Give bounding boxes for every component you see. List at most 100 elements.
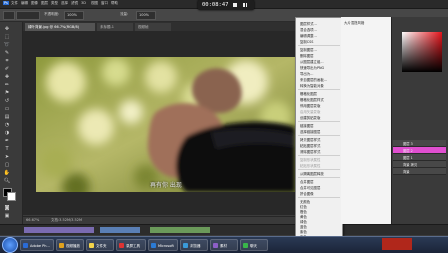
menu-item[interactable]: 来自图层的画板...	[300, 77, 340, 82]
layer-row[interactable]: 图层 1	[393, 154, 446, 161]
browser-icon	[183, 243, 188, 248]
taskbar-button[interactable]: 浏览器	[180, 239, 208, 251]
timeline-panel	[0, 224, 448, 235]
menu-item[interactable]: 拼合图像	[300, 191, 340, 196]
canvas-image[interactable]	[36, 57, 295, 192]
stamp-tool-icon[interactable]: ⚑	[3, 89, 11, 96]
background-color-swatch[interactable]	[7, 192, 16, 201]
flow-field[interactable]: 100%	[136, 11, 156, 20]
menu-item[interactable]: 选择链接图层	[300, 129, 340, 134]
menu-item[interactable]: 复制图层...	[300, 47, 340, 52]
menu-item[interactable]: 栅格化图层样式	[300, 97, 340, 102]
timeline-clip[interactable]	[100, 227, 140, 233]
menu-item[interactable]: 转换为智能对象	[300, 83, 340, 88]
menu-item[interactable]: 类型	[51, 1, 58, 6]
move-tool-icon[interactable]: ✥	[3, 25, 11, 32]
menu-item[interactable]: 栅格化图层	[300, 91, 340, 96]
shape-tool-icon[interactable]: ▢	[3, 161, 11, 168]
path-select-tool-icon[interactable]: ➤	[3, 153, 11, 160]
menu-item[interactable]: 混合选项...	[300, 27, 340, 32]
menu-item[interactable]: 帮助	[111, 1, 118, 6]
layer-context-menu: 图层样式... 混合选项... 编辑调整... 复制CSS 复制图层... 删除…	[295, 17, 343, 247]
tab-document-2[interactable]: 未标题-1	[97, 23, 133, 31]
brush-tool-icon[interactable]: ✏	[3, 81, 11, 88]
menu-item[interactable]: 窗口	[101, 1, 108, 6]
menu-item[interactable]: 拷贝图层样式	[300, 137, 340, 142]
dodge-tool-icon[interactable]: ◑	[3, 129, 11, 136]
taskbar-button[interactable]: 视频播放	[56, 239, 84, 251]
menu-item[interactable]: 快速导出为PNG	[300, 65, 340, 70]
menu-separator	[298, 89, 340, 90]
hand-tool-icon[interactable]: ✋	[3, 169, 11, 176]
tab-document-1[interactable]: 绿叶背景.jpg @ 66.7%(RGB/8)	[25, 23, 95, 31]
layer-row-selected[interactable]: 图层 2	[393, 147, 446, 154]
menu-separator	[298, 169, 340, 170]
menu-item[interactable]: 文件	[11, 1, 18, 6]
marquee-tool-icon[interactable]: ⬚	[3, 33, 11, 40]
quick-select-tool-icon[interactable]: ✎	[3, 49, 11, 56]
taskbar-button[interactable]: Microsoft	[148, 239, 178, 251]
quick-mask-icon[interactable]: ◙	[3, 204, 11, 211]
menu-item[interactable]: 删除图层	[300, 53, 340, 58]
timeline-clip[interactable]	[150, 227, 210, 233]
menu-item[interactable]: 导出为...	[300, 71, 340, 76]
menu-item[interactable]: 图层样式...	[300, 21, 340, 26]
healing-tool-icon[interactable]: ✚	[3, 73, 11, 80]
menu-item[interactable]: 复制CSS	[300, 39, 340, 44]
menu-item[interactable]: 粘贴图层样式	[300, 143, 340, 148]
layer-row[interactable]: 背景 拷贝	[393, 161, 446, 168]
menu-item[interactable]: 滤镜	[71, 1, 78, 6]
gradient-tool-icon[interactable]: ▤	[3, 113, 11, 120]
screen-mode-icon[interactable]: ▣	[3, 212, 11, 219]
menu-item[interactable]: 链接图层	[300, 123, 340, 128]
timeline-clip[interactable]	[24, 227, 94, 233]
pen-tool-icon[interactable]: ✒	[3, 137, 11, 144]
menu-item[interactable]: 图像	[31, 1, 38, 6]
brush-preset-picker[interactable]	[16, 11, 40, 20]
app-icon	[59, 243, 64, 248]
layer-row[interactable]: 图层 3	[393, 140, 446, 147]
tab-document-3[interactable]: 视频帧	[135, 23, 171, 31]
taskbar-button[interactable]: Adobe Ph...	[20, 239, 54, 251]
menu-item[interactable]: 从隔离图层释放	[300, 171, 340, 176]
menu-item[interactable]: 合并可见图层	[300, 185, 340, 190]
app-logo[interactable]: Ps	[3, 1, 9, 5]
pause-button[interactable]	[242, 2, 248, 8]
taskbar-button[interactable]: 文件夹	[86, 239, 114, 251]
menu-item[interactable]: 启用矢量蒙版	[300, 109, 340, 114]
menu-item[interactable]: 合并图层	[300, 179, 340, 184]
blur-tool-icon[interactable]: ◔	[3, 121, 11, 128]
menu-item[interactable]: 编辑调整...	[300, 33, 340, 38]
lasso-tool-icon[interactable]: ➰	[3, 41, 11, 48]
taskbar-button[interactable]: 录屏工具	[116, 239, 146, 251]
menu-item[interactable]: 3D	[81, 1, 86, 5]
eyedropper-tool-icon[interactable]: ✐	[3, 65, 11, 72]
history-brush-icon[interactable]: ↺	[3, 97, 11, 104]
menu-item[interactable]: 从图层建立组...	[300, 59, 340, 64]
menu-separator	[298, 121, 340, 122]
stop-button[interactable]	[232, 2, 238, 8]
menu-item[interactable]: 创建剪贴蒙版	[300, 115, 340, 120]
menu-item[interactable]: 停用图层蒙版	[300, 103, 340, 108]
crop-tool-icon[interactable]: ⌗	[3, 57, 11, 64]
eraser-tool-icon[interactable]: ▭	[3, 105, 11, 112]
menu-item[interactable]: 清除图层样式	[300, 149, 340, 154]
type-tool-icon[interactable]: T	[3, 145, 11, 152]
taskbar-button[interactable]: 素材	[210, 239, 238, 251]
opacity-field[interactable]: 100%	[64, 11, 84, 20]
menu-item[interactable]: 选择	[61, 1, 68, 6]
menu-item[interactable]: 复制形状属性	[300, 157, 340, 162]
start-button[interactable]	[2, 237, 18, 253]
menu-item[interactable]: 图层	[41, 1, 48, 6]
menu-item[interactable]: 粘贴形状属性	[300, 163, 340, 168]
menu-item[interactable]: 编辑	[21, 1, 28, 6]
chat-icon	[243, 243, 248, 248]
color-picker[interactable]	[402, 32, 442, 72]
tools-panel: ✥ ⬚ ➰ ✎ ⌗ ✐ ✚ ✏ ⚑ ↺ ▭ ▤ ◔ ◑ ✒ T ➤ ▢ ✋ 🔍︎…	[0, 22, 23, 232]
menu-item[interactable]: 视图	[91, 1, 98, 6]
taskbar-button[interactable]: 聊天	[240, 239, 268, 251]
zoom-tool-icon[interactable]: 🔍︎	[3, 177, 11, 184]
layer-row[interactable]: 背景	[393, 168, 446, 175]
tool-preset-picker[interactable]	[3, 11, 15, 20]
stop-icon	[233, 3, 237, 7]
